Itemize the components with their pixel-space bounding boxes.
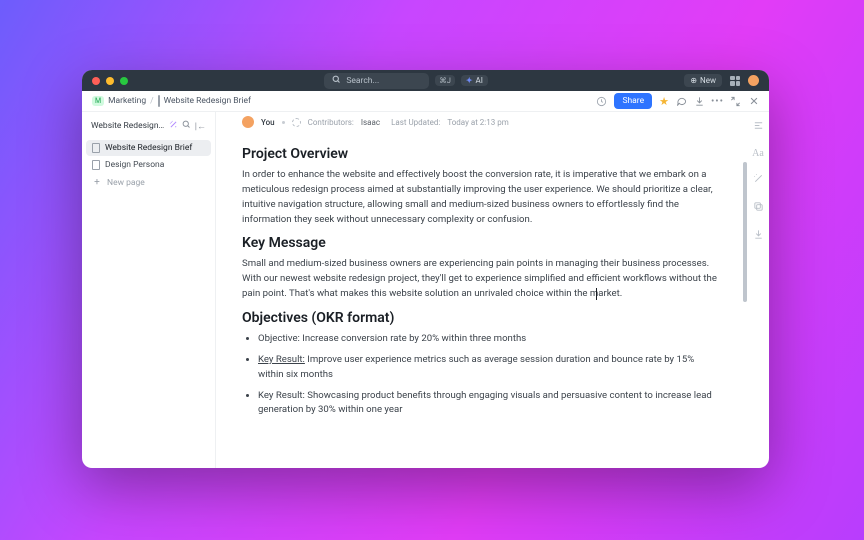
sidebar: Website Redesign Brief |← Website Redesi… xyxy=(82,112,216,468)
heading-objectives[interactable]: Objectives (OKR format) xyxy=(242,310,717,326)
search-icon[interactable] xyxy=(182,120,191,132)
contributors-icon xyxy=(292,118,301,127)
ai-button[interactable]: ✦ AI xyxy=(461,75,488,86)
collapse-sidebar-icon[interactable]: |← xyxy=(195,121,206,132)
para-key-message[interactable]: Small and medium-sized business owners a… xyxy=(242,257,717,302)
para-overview[interactable]: In order to enhance the website and effe… xyxy=(242,168,717,227)
wand-icon[interactable] xyxy=(169,120,178,132)
close-icon[interactable] xyxy=(748,96,759,107)
text-cursor xyxy=(596,288,597,300)
search-icon xyxy=(332,75,341,87)
heading-overview[interactable]: Project Overview xyxy=(242,146,717,162)
doc-meta: You Contributors: Isaac Last Updated: To… xyxy=(242,112,717,138)
window-max-dot[interactable] xyxy=(120,77,128,85)
workspace-tag[interactable]: M xyxy=(92,96,104,106)
font-icon[interactable]: Aa xyxy=(752,148,764,159)
copy-icon[interactable] xyxy=(753,201,764,215)
new-button[interactable]: ⊕ New xyxy=(684,74,722,87)
plus-icon: ⊕ xyxy=(690,76,697,85)
window-close-dot[interactable] xyxy=(92,77,100,85)
share-button[interactable]: Share xyxy=(614,93,652,109)
okr-item-3[interactable]: Key Result: Showcasing product benefits … xyxy=(258,389,717,419)
window-min-dot[interactable] xyxy=(106,77,114,85)
more-icon[interactable]: ••• xyxy=(712,96,723,107)
sidebar-new-page[interactable]: + New page xyxy=(86,174,211,191)
okr-item-1[interactable]: Objective: Increase conversion rate by 2… xyxy=(258,332,717,347)
download-icon[interactable] xyxy=(694,96,705,107)
meta-contributors-label: Contributors: xyxy=(308,118,354,127)
collapse-icon[interactable] xyxy=(730,96,741,107)
subheader: M Marketing / Website Redesign Brief Sha… xyxy=(82,91,769,112)
comment-icon[interactable] xyxy=(676,96,687,107)
kbd-hint: ⌘J xyxy=(435,75,455,86)
outline-icon[interactable] xyxy=(753,120,764,134)
sidebar-item-persona[interactable]: Design Persona xyxy=(86,157,211,173)
app-window: Search... ⌘J ✦ AI ⊕ New M Marketing / We… xyxy=(82,70,769,468)
avatar xyxy=(242,116,254,128)
crumb-page[interactable]: Website Redesign Brief xyxy=(164,96,251,106)
breadcrumb: M Marketing / Website Redesign Brief xyxy=(92,96,251,106)
star-icon[interactable]: ★ xyxy=(659,95,669,108)
export-icon[interactable] xyxy=(753,229,764,243)
sidebar-item-brief[interactable]: Website Redesign Brief xyxy=(86,140,211,156)
heading-key-message[interactable]: Key Message xyxy=(242,235,717,251)
okr-item-2[interactable]: Key Result: Improve user experience metr… xyxy=(258,353,717,383)
meta-updated-value: Today at 2:13 pm xyxy=(447,118,508,127)
sidebar-title: Website Redesign Brief xyxy=(91,121,165,131)
doc-icon xyxy=(158,96,160,106)
document-body[interactable]: You Contributors: Isaac Last Updated: To… xyxy=(216,112,743,468)
crumb-root[interactable]: Marketing xyxy=(108,96,146,106)
sparkle-icon: ✦ xyxy=(466,76,473,85)
doc-icon xyxy=(92,160,100,170)
meta-updated-label: Last Updated: xyxy=(391,118,440,127)
right-rail: Aa xyxy=(747,112,769,468)
plus-icon: + xyxy=(92,177,102,188)
apps-icon[interactable] xyxy=(730,76,740,86)
search-input[interactable]: Search... xyxy=(324,73,429,89)
titlebar: Search... ⌘J ✦ AI ⊕ New xyxy=(82,70,769,91)
doc-icon xyxy=(92,143,100,153)
meta-contributor-name: Isaac xyxy=(361,118,380,127)
wand-icon[interactable] xyxy=(753,173,764,187)
search-placeholder: Search... xyxy=(346,76,379,86)
avatar[interactable] xyxy=(748,75,759,86)
meta-you: You xyxy=(261,118,275,127)
history-icon[interactable] xyxy=(596,96,607,107)
